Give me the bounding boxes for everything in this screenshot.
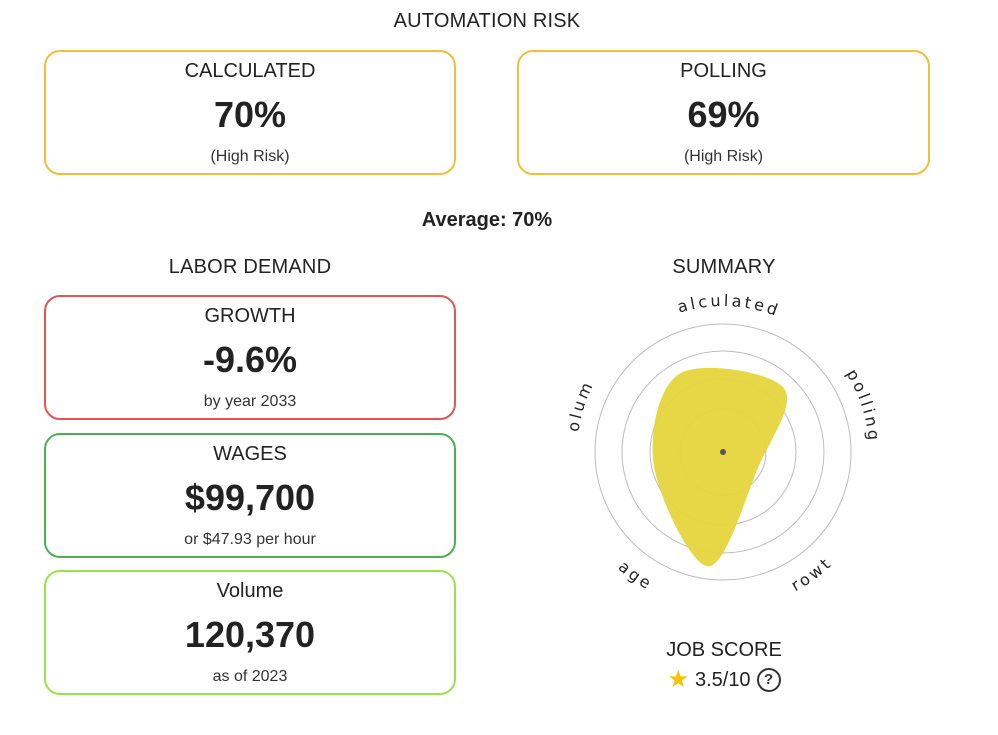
job-score-row: ★ 3.5/10 ? xyxy=(624,668,824,692)
wages-value: $99,700 xyxy=(184,477,316,518)
volume-year: as of 2023 xyxy=(212,668,288,685)
wages-label: WAGES xyxy=(213,443,287,465)
calculated-risk-card: CALCULATED 70% (High Risk) xyxy=(44,50,456,175)
radar-axis-label-volume: volume xyxy=(558,294,598,433)
volume-value: 120,370 xyxy=(184,614,316,655)
automation-risk-title: AUTOMATION RISK xyxy=(393,10,581,32)
growth-value: -9.6% xyxy=(202,339,298,380)
growth-card: GROWTH -9.6% by year 2033 xyxy=(44,295,456,420)
help-icon[interactable]: ? xyxy=(756,668,781,692)
volume-card: Volume 120,370 as of 2023 xyxy=(44,570,456,695)
polling-risk-card: POLLING 69% (High Risk) xyxy=(517,50,930,175)
growth-period: by year 2033 xyxy=(203,393,297,410)
polling-value: 69% xyxy=(687,94,760,135)
calculated-label: CALCULATED xyxy=(184,60,316,82)
polling-label: POLLING xyxy=(680,60,767,82)
average-risk: Average: 70% xyxy=(421,209,553,231)
volume-label: Volume xyxy=(216,580,284,602)
radar-axis-label-calculated: calculated xyxy=(558,294,783,320)
growth-label: GROWTH xyxy=(204,305,296,327)
calculated-value: 70% xyxy=(213,94,287,135)
summary-radar-chart: calculatedpollinggrowthwagesvolume xyxy=(558,294,884,595)
wages-hourly: or $47.93 per hour xyxy=(184,531,316,548)
labor-demand-title: LABOR DEMAND xyxy=(168,256,332,278)
job-score-title: JOB SCORE xyxy=(666,639,782,661)
polling-risk-level: (High Risk) xyxy=(683,148,764,165)
summary-title: SUMMARY xyxy=(672,256,776,278)
radar-center-dot xyxy=(720,449,726,455)
radar-axis-label-wages: wages xyxy=(558,294,657,594)
job-score-value: 3.5/10 xyxy=(694,668,751,691)
radar-blob xyxy=(652,367,788,567)
wages-card: WAGES $99,700 or $47.93 per hour xyxy=(44,433,456,558)
calculated-risk-level: (High Risk) xyxy=(210,148,290,165)
radar-axis-label-polling: polling xyxy=(843,366,884,444)
star-icon: ★ xyxy=(667,666,689,693)
